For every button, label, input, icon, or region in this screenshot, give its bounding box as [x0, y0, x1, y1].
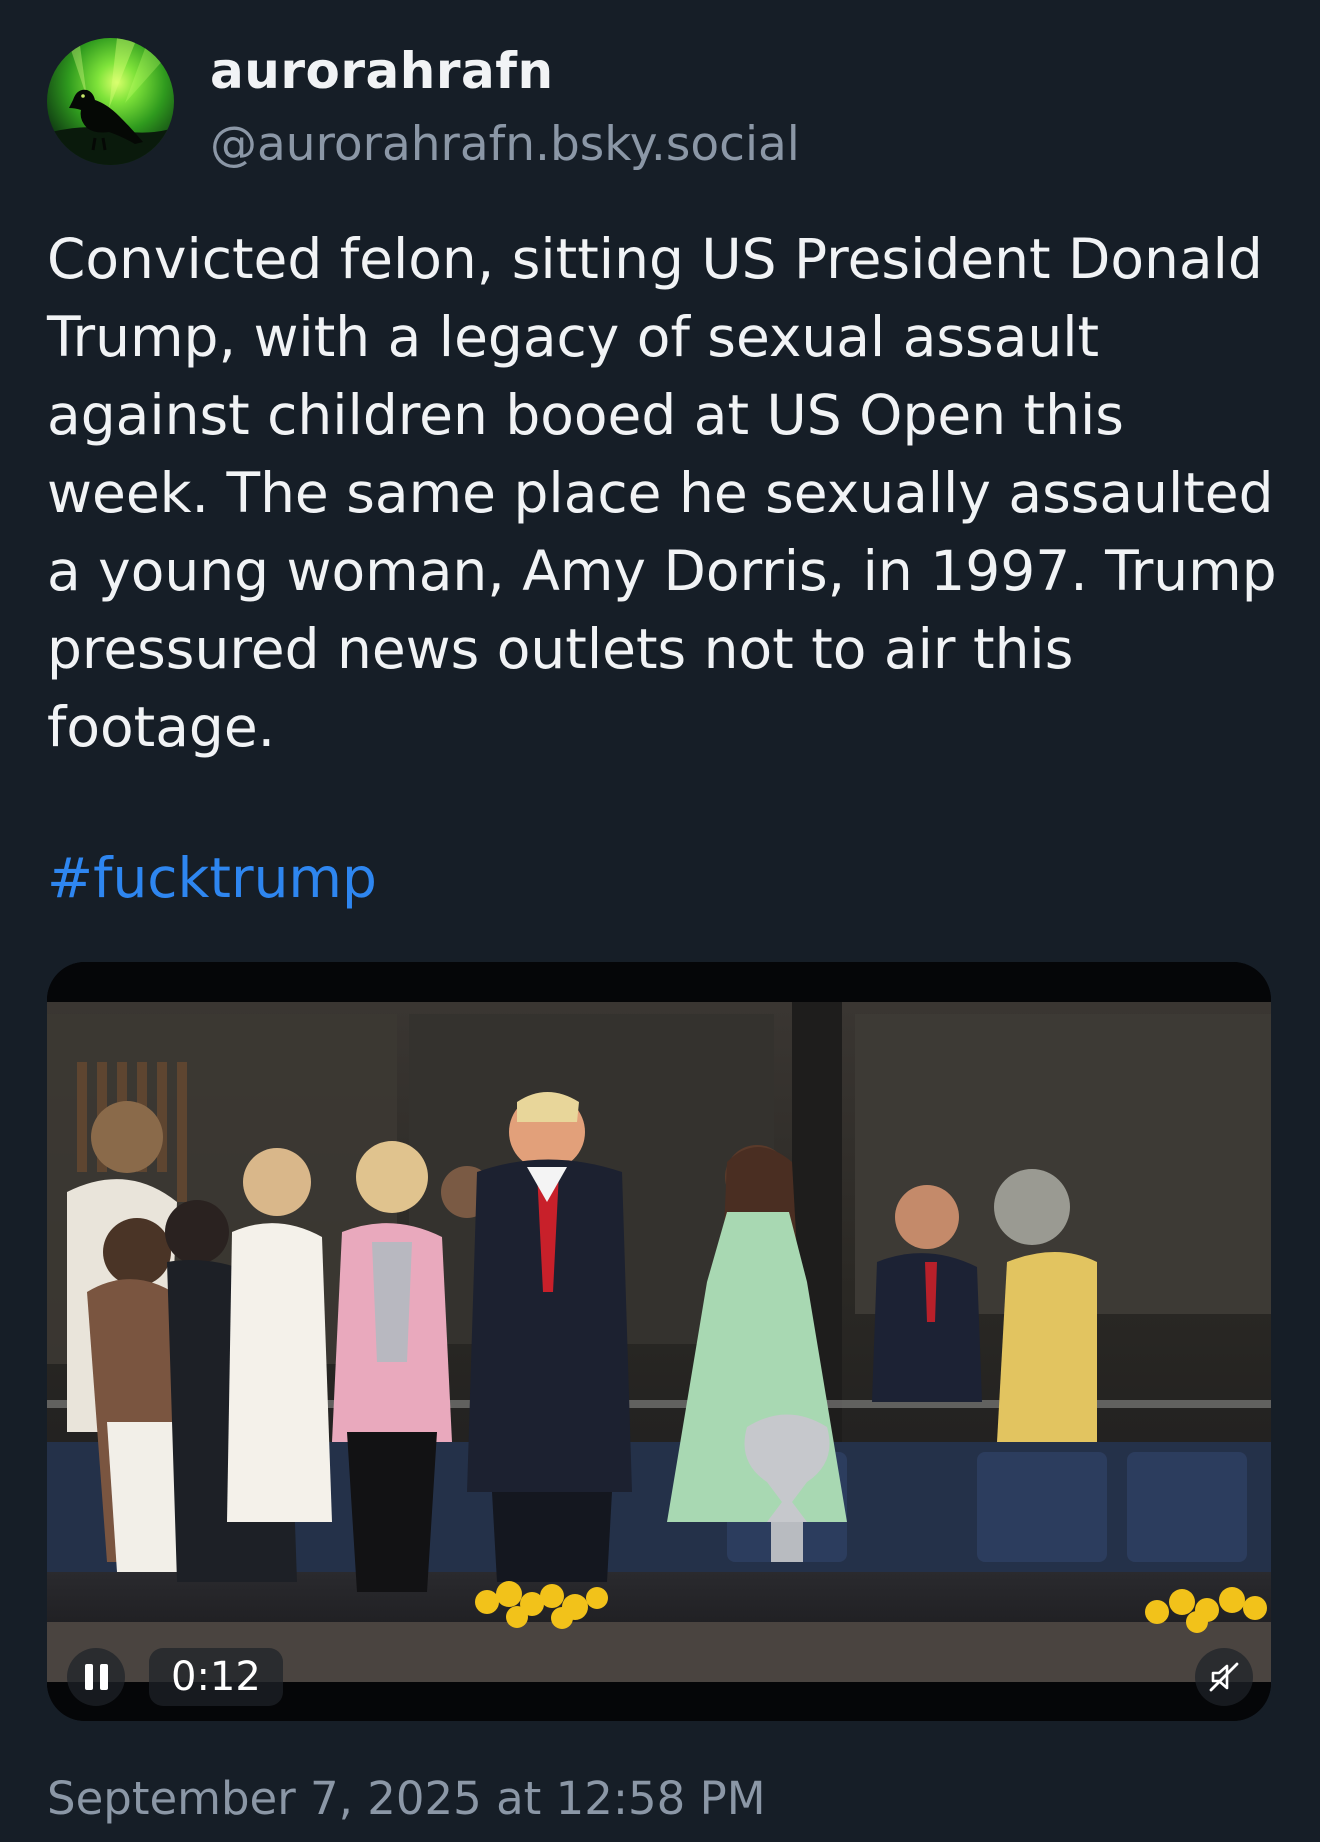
- video-player[interactable]: 0:12: [47, 962, 1271, 1721]
- mute-button[interactable]: [1195, 1648, 1253, 1706]
- hashtag-link[interactable]: #fucktrump: [47, 846, 377, 910]
- pause-button[interactable]: [67, 1648, 125, 1706]
- pause-icon: [84, 1664, 93, 1690]
- author-handle[interactable]: @aurorahrafn.bsky.social: [210, 117, 800, 172]
- post-card: aurorahrafn @aurorahrafn.bsky.social Con…: [0, 0, 1320, 1842]
- author-display-name[interactable]: aurorahrafn: [210, 42, 554, 100]
- post-text: Convicted felon, sitting US President Do…: [47, 227, 1277, 759]
- post-timestamp: September 7, 2025 at 12:58 PM: [47, 1772, 766, 1825]
- muted-speaker-icon: [1209, 1662, 1239, 1692]
- raven-aurora-avatar-icon: [47, 38, 174, 165]
- video-time: 0:12: [149, 1648, 283, 1706]
- author-avatar[interactable]: [47, 38, 174, 165]
- pause-icon-bar: [99, 1664, 108, 1690]
- video-frame: [47, 962, 1271, 1721]
